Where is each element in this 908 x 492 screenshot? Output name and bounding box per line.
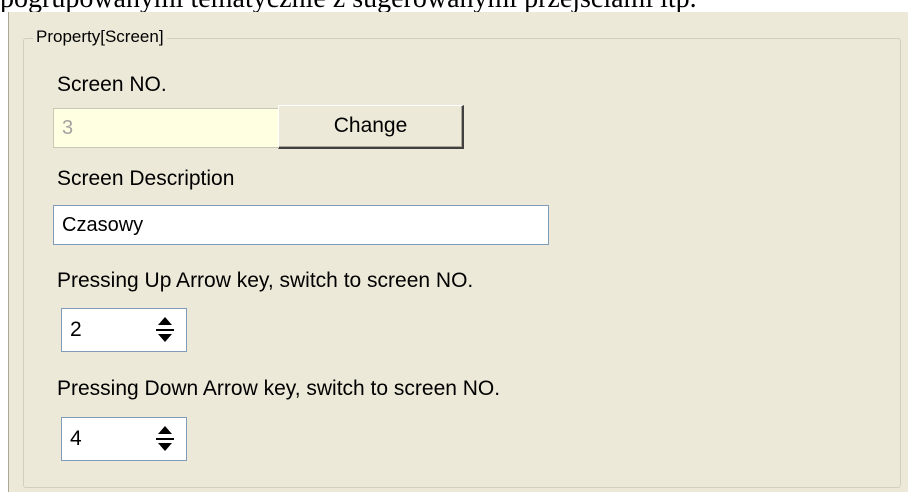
property-panel: Property[Screen] Screen NO. 3 Change Scr… bbox=[8, 12, 908, 492]
down-arrow-screen-value[interactable]: 4 bbox=[70, 418, 82, 460]
spin-buttons[interactable] bbox=[156, 315, 174, 345]
screen-description-label: Screen Description bbox=[57, 167, 235, 190]
groupbox-title: Property[Screen] bbox=[33, 26, 167, 48]
down-arrow-label: Pressing Down Arrow key, switch to scree… bbox=[57, 377, 501, 400]
spin-down-icon[interactable] bbox=[156, 439, 174, 454]
screen-no-field: 3 bbox=[53, 108, 279, 148]
document-text-line: pogrupowanymi tematycznie z sugerowanymi… bbox=[0, 0, 908, 12]
screen-description-input[interactable]: Czasowy bbox=[53, 205, 549, 245]
screen-no-label: Screen NO. bbox=[57, 73, 167, 96]
spin-up-icon[interactable] bbox=[156, 424, 174, 439]
down-arrow-screen-spinner[interactable]: 4 bbox=[61, 417, 187, 461]
up-arrow-screen-value[interactable]: 2 bbox=[70, 309, 82, 351]
spin-buttons[interactable] bbox=[156, 424, 174, 454]
spin-up-icon[interactable] bbox=[156, 315, 174, 330]
up-arrow-screen-spinner[interactable]: 2 bbox=[61, 308, 187, 352]
change-button[interactable]: Change bbox=[278, 105, 464, 149]
up-arrow-label: Pressing Up Arrow key, switch to screen … bbox=[57, 269, 474, 292]
spin-down-icon[interactable] bbox=[156, 330, 174, 345]
